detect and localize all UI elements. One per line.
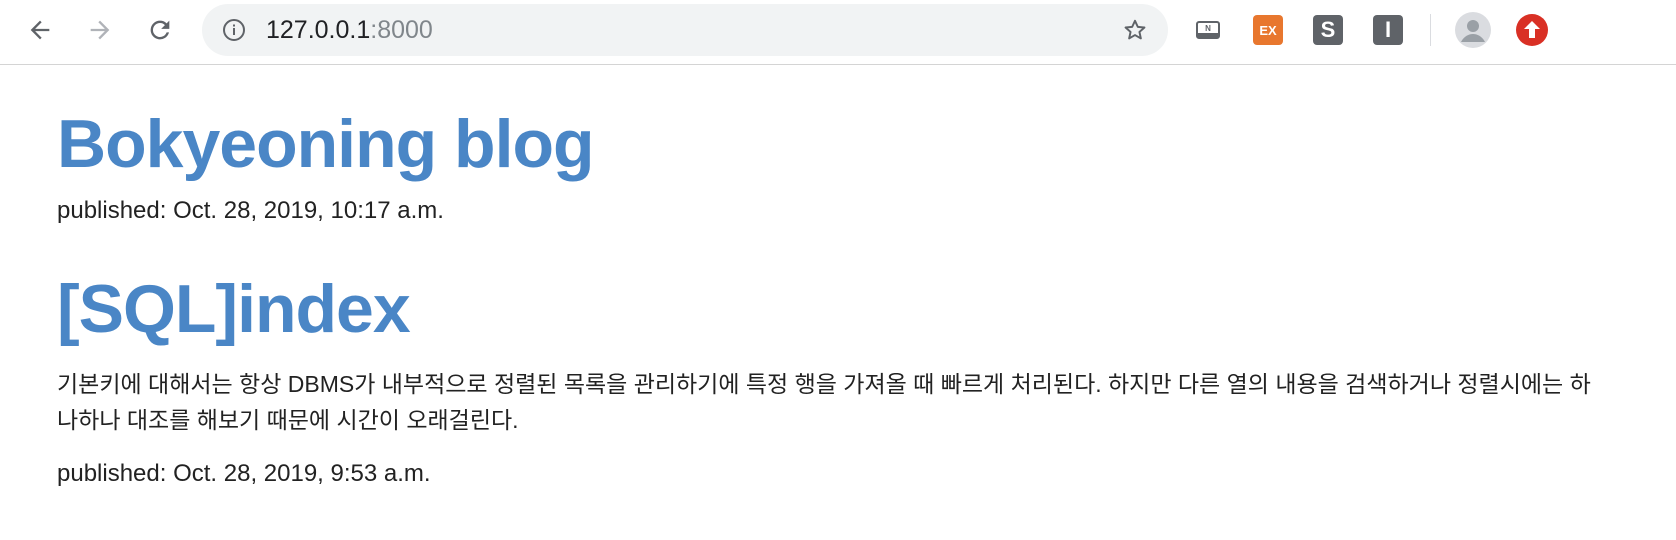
i-icon: I bbox=[1373, 15, 1403, 45]
notion-clipper-extension[interactable]: N bbox=[1192, 14, 1224, 46]
star-icon[interactable] bbox=[1122, 17, 1148, 43]
url-port: :8000 bbox=[370, 16, 433, 44]
arrow-left-icon bbox=[30, 20, 50, 40]
reload-button[interactable] bbox=[144, 14, 176, 46]
post-title[interactable]: [SQL]index bbox=[57, 269, 1667, 349]
post-item: Bokyeoning blog published: Oct. 28, 2019… bbox=[57, 104, 1667, 227]
ex-extension[interactable]: EX bbox=[1252, 14, 1284, 46]
arrow-right-icon bbox=[90, 20, 110, 40]
svg-text:N: N bbox=[1205, 24, 1211, 33]
forward-button[interactable] bbox=[84, 14, 116, 46]
ex-icon: EX bbox=[1253, 15, 1283, 45]
post-title[interactable]: Bokyeoning blog bbox=[57, 104, 1667, 184]
reload-icon bbox=[150, 20, 170, 40]
post-item: [SQL]index 기본키에 대해서는 항상 DBMS가 내부적으로 정렬된 … bbox=[57, 269, 1667, 490]
address-bar[interactable]: 127.0.0.1:8000 bbox=[202, 4, 1168, 56]
avatar-icon bbox=[1455, 12, 1491, 48]
back-button[interactable] bbox=[24, 14, 56, 46]
toolbar-divider bbox=[1430, 14, 1431, 46]
post-body: 기본키에 대해서는 항상 DBMS가 내부적으로 정렬된 목록을 관리하기에 특… bbox=[57, 371, 1591, 433]
url-text[interactable]: 127.0.0.1:8000 bbox=[266, 4, 433, 56]
update-button[interactable] bbox=[1515, 13, 1549, 47]
profile-button[interactable] bbox=[1455, 12, 1491, 48]
notion-icon: N bbox=[1196, 21, 1220, 39]
url-host: 127.0.0.1 bbox=[266, 16, 371, 44]
i-extension[interactable]: I bbox=[1372, 14, 1404, 46]
s-extension[interactable]: S bbox=[1312, 14, 1344, 46]
s-icon: S bbox=[1313, 15, 1343, 45]
info-icon[interactable] bbox=[222, 18, 246, 42]
arrow-up-icon bbox=[1516, 14, 1548, 46]
post-published: published: Oct. 28, 2019, 9:53 a.m. bbox=[57, 460, 431, 487]
browser-toolbar: 127.0.0.1:8000 N EX S I bbox=[0, 0, 1676, 65]
post-published: published: Oct. 28, 2019, 10:17 a.m. bbox=[57, 197, 444, 224]
